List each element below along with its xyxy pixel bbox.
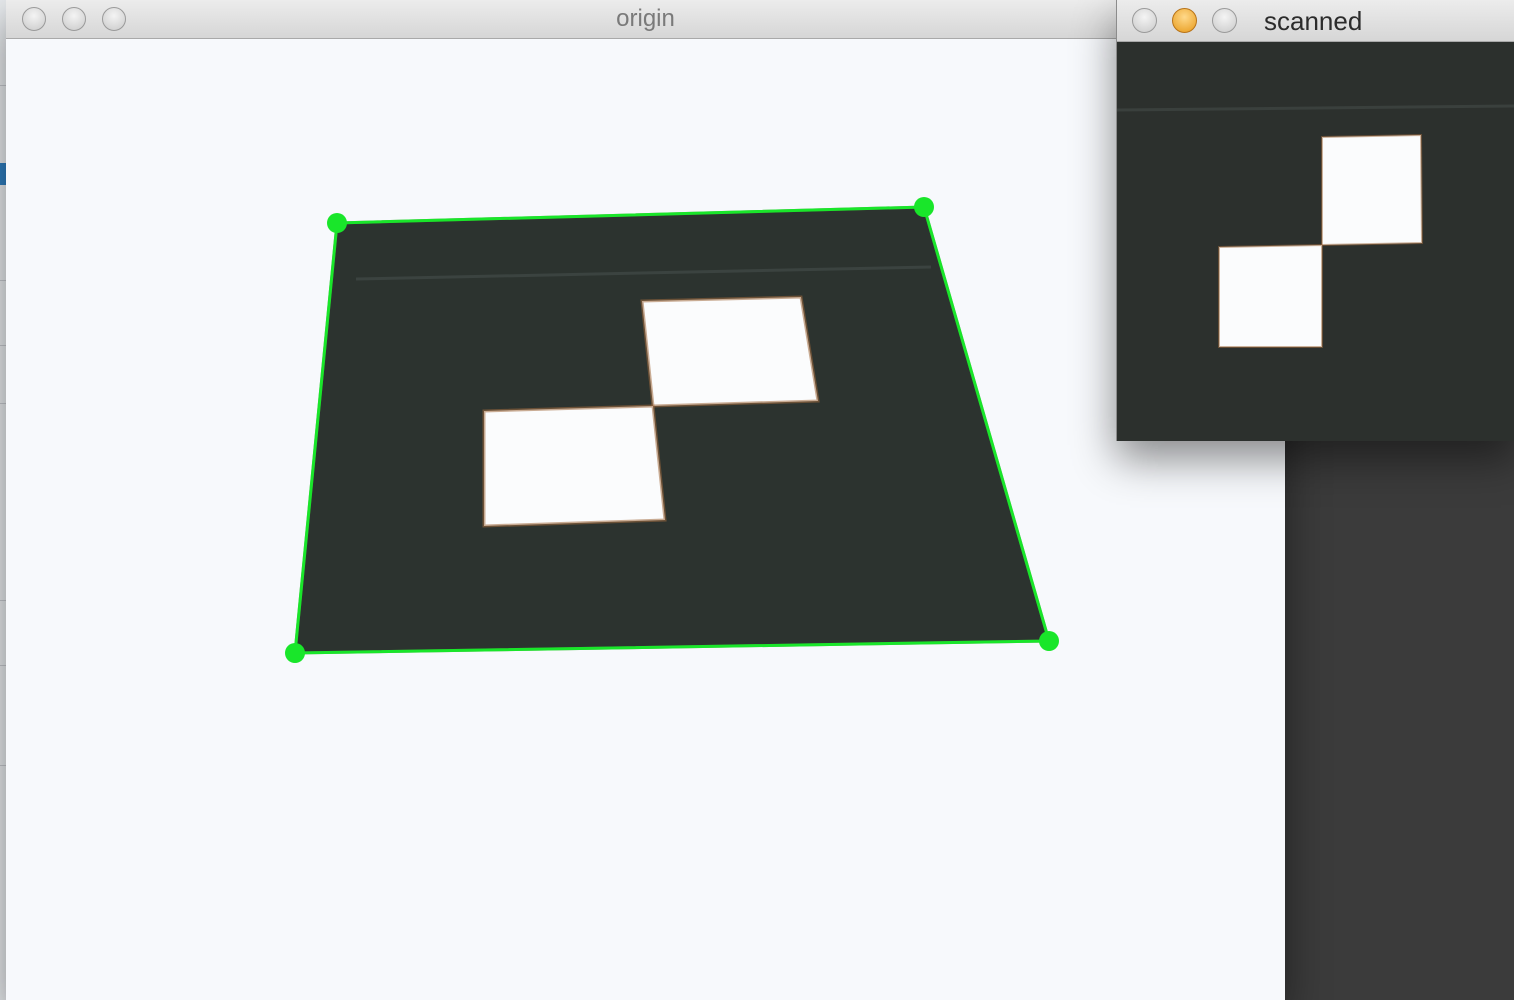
minimize-button-icon[interactable] [1172,8,1197,33]
origin-image [6,39,1285,1000]
marker-white-square-lower [482,404,667,528]
origin-window-title: origin [616,5,675,32]
desktop: origin scanned [0,0,1514,1000]
scanned-white-square-lower [1218,243,1323,348]
corner-point-top-right[interactable] [914,197,934,217]
close-button-icon[interactable] [1132,8,1157,33]
origin-window: origin [6,0,1285,1000]
corner-point-bottom-right[interactable] [1039,631,1059,651]
origin-image-view [6,39,1285,1000]
scanned-image [1117,42,1514,441]
origin-titlebar[interactable]: origin [6,0,1285,39]
scanned-window-title: scanned [1264,6,1363,36]
scanned-marker-background [1117,42,1514,441]
scanned-titlebar[interactable]: scanned [1117,0,1514,42]
scanned-white-square-upper [1321,133,1424,247]
zoom-button-icon[interactable] [1212,8,1237,33]
corner-point-bottom-left[interactable] [285,643,305,663]
scanned-image-view [1117,42,1514,441]
scanned-window: scanned [1116,0,1514,441]
marker-white-square-upper [640,295,820,408]
corner-point-top-left[interactable] [327,213,347,233]
